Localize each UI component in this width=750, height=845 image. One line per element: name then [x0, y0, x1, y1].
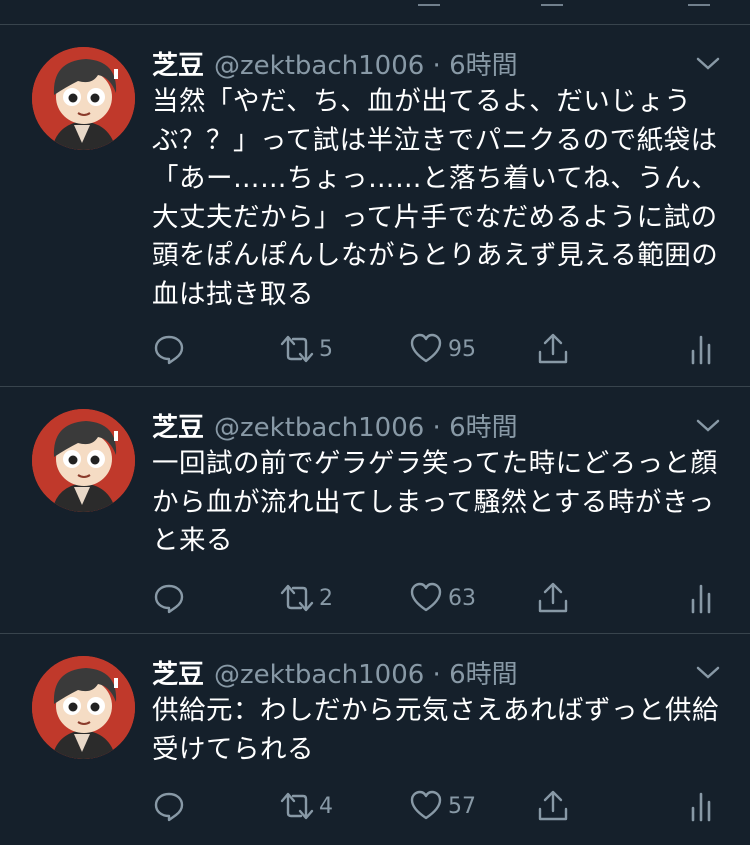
chevron-down-icon[interactable] — [694, 53, 722, 73]
partial-icon — [418, 0, 440, 6]
like-button[interactable]: 57 — [410, 786, 476, 826]
partial-icon — [688, 0, 710, 6]
tweet-actions: 5 95 — [0, 329, 750, 369]
analytics-button[interactable] — [689, 578, 713, 618]
divider — [0, 24, 750, 25]
previous-tweet-actions-fragment — [0, 0, 750, 24]
retweet-icon — [280, 584, 314, 612]
chevron-down-icon[interactable] — [694, 662, 722, 682]
divider — [0, 633, 750, 634]
like-count: 63 — [448, 585, 476, 611]
chevron-down-icon[interactable] — [694, 415, 722, 435]
avatar[interactable] — [32, 656, 135, 759]
heart-icon — [410, 790, 442, 820]
analytics-button[interactable] — [689, 329, 713, 369]
divider — [0, 386, 750, 387]
retweet-icon — [280, 335, 314, 363]
analytics-icon — [691, 792, 711, 822]
like-count: 57 — [448, 793, 476, 819]
reply-button[interactable] — [152, 329, 186, 369]
share-button[interactable] — [537, 329, 569, 369]
handle-and-time[interactable]: @zektbach1006 · 6時間 — [214, 407, 518, 444]
reply-button[interactable] — [152, 578, 186, 618]
reply-button[interactable] — [152, 786, 186, 826]
avatar[interactable] — [32, 409, 135, 512]
like-count: 95 — [448, 336, 476, 362]
tweet-text: 供給元：わしだから元気さえあればずっと供給受けてられる — [152, 695, 719, 765]
retweet-count: 4 — [319, 793, 333, 819]
display-name[interactable]: 芝豆 — [152, 407, 204, 444]
share-icon — [538, 582, 568, 613]
analytics-icon — [691, 584, 711, 614]
retweet-count: 2 — [319, 585, 333, 611]
display-name[interactable]: 芝豆 — [152, 654, 204, 691]
retweet-count: 5 — [319, 336, 333, 362]
display-name[interactable]: 芝豆 — [152, 45, 204, 82]
tweet-header: 芝豆 @zektbach1006 · 6時間 — [152, 405, 518, 445]
retweet-button[interactable]: 4 — [279, 786, 333, 826]
tweet-actions: 4 57 — [0, 786, 750, 826]
tweet-text: 当然「やだ、ち、血が出てるよ、だいじょうぶ？？」って試は半泣きでパニクるので紙袋… — [152, 86, 719, 310]
heart-icon — [410, 333, 442, 363]
analytics-icon — [691, 335, 711, 365]
handle-and-time[interactable]: @zektbach1006 · 6時間 — [214, 654, 518, 691]
share-icon — [538, 790, 568, 821]
reply-icon — [154, 792, 184, 822]
retweet-button[interactable]: 2 — [279, 578, 333, 618]
share-button[interactable] — [537, 578, 569, 618]
tweet-header: 芝豆 @zektbach1006 · 6時間 — [152, 652, 518, 692]
retweet-button[interactable]: 5 — [279, 329, 333, 369]
partial-icon — [541, 0, 563, 6]
share-button[interactable] — [537, 786, 569, 826]
reply-icon — [154, 584, 184, 614]
tweet-actions: 2 63 — [0, 578, 750, 618]
like-button[interactable]: 95 — [410, 329, 476, 369]
handle-and-time[interactable]: @zektbach1006 · 6時間 — [214, 45, 518, 82]
heart-icon — [410, 582, 442, 612]
avatar[interactable] — [32, 47, 135, 150]
reply-icon — [154, 335, 184, 365]
share-icon — [538, 333, 568, 364]
analytics-button[interactable] — [689, 786, 713, 826]
tweet-text: 一回試の前でゲラゲラ笑ってた時にどろっと顔から血が流れ出てしまって騒然とする時が… — [152, 448, 718, 556]
tweet-header: 芝豆 @zektbach1006 · 6時間 — [152, 43, 518, 83]
like-button[interactable]: 63 — [410, 578, 476, 618]
retweet-icon — [280, 792, 314, 820]
